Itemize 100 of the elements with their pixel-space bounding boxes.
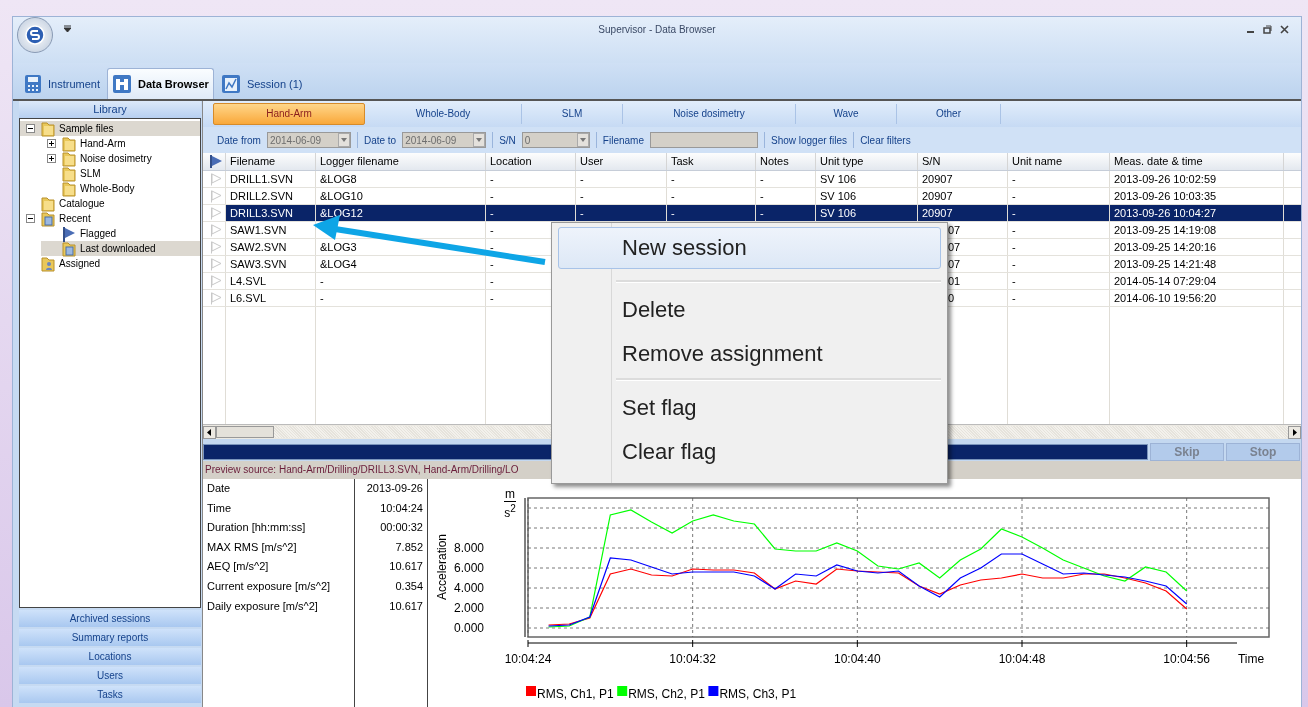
table-cell: - [1012, 275, 1016, 287]
ribbon-tab[interactable]: Instrument [19, 68, 105, 99]
tree-item[interactable]: SLM [41, 166, 200, 181]
category-tab[interactable]: Noise dosimetry [623, 104, 796, 124]
filter-button[interactable]: Clear filters [860, 134, 911, 146]
dropdown-arrow-icon[interactable] [64, 25, 71, 32]
unit-denominator: s$^{2}$ [504, 502, 516, 520]
category-tab[interactable]: SLM [522, 104, 623, 124]
stat-label: Current exposure [m/s^2] [203, 576, 355, 597]
table-cell: &LOG4 [320, 258, 357, 270]
table-cell: - [490, 292, 494, 304]
category-tab[interactable]: Other [897, 104, 1001, 124]
table-cell: - [580, 207, 584, 219]
table-row[interactable]: DRILL1.SVN &LOG8 - - - - SV 106 20907 - 2013-09-26 10:02:59 [203, 171, 1301, 188]
table-cell: 2013-09-25 14:20:16 [1114, 241, 1217, 253]
scroll-left-icon[interactable] [203, 425, 216, 439]
table-row[interactable]: DRILL3.SVN &LOG12 - - - - SV 106 20907 - 2013-09-26 10:04:27 [203, 205, 1301, 222]
expand-icon[interactable] [47, 139, 56, 148]
flag-icon [62, 225, 76, 242]
table-cell: SAW2.SVN [230, 241, 287, 253]
table-cell: - [320, 292, 324, 304]
column-header[interactable]: Unit type [816, 153, 918, 170]
table-cell: - [490, 207, 494, 219]
close-icon[interactable] [1280, 25, 1289, 34]
table-cell: 2013-09-25 14:19:08 [1114, 224, 1217, 236]
menu-item[interactable]: Set flag [558, 385, 941, 429]
scroll-thumb[interactable] [216, 426, 274, 438]
section-button[interactable]: Summary reports [19, 629, 201, 646]
unit-numerator: m [504, 488, 516, 502]
stat-label: MAX RMS [m/s^2] [203, 537, 355, 558]
column-header[interactable]: Logger filename [316, 153, 486, 170]
tree-item[interactable]: Flagged [41, 226, 200, 241]
ribbon-tab[interactable]: Data Browser [106, 68, 214, 99]
stat-value: 7.852 [394, 539, 424, 555]
tree-item[interactable]: Hand-Arm [41, 136, 200, 151]
table-cell: - [760, 207, 764, 219]
tree-item[interactable]: Last downloaded [41, 241, 200, 256]
table-cell: - [490, 258, 494, 270]
menu-item[interactable]: Clear flag [558, 429, 941, 473]
section-button[interactable]: Users [19, 667, 201, 684]
table-cell: &LOG10 [320, 190, 363, 202]
table-cell: 20907 [922, 173, 953, 185]
expand-icon[interactable] [47, 154, 56, 163]
folder-icon [41, 120, 55, 137]
table-cell: - [1012, 241, 1016, 253]
tree-item[interactable]: Whole-Body [41, 181, 200, 196]
column-header[interactable]: Location [486, 153, 576, 170]
y-tick-label: 6.000 [453, 561, 484, 575]
section-button[interactable]: Locations [19, 648, 201, 665]
app-menu-button[interactable] [17, 17, 53, 53]
table-cell: 20907 [922, 207, 953, 219]
table-cell: - [320, 275, 324, 287]
section-button[interactable]: Tasks [19, 686, 201, 703]
tree-item[interactable]: Catalogue [20, 196, 200, 211]
table-cell: - [490, 224, 494, 236]
table-cell: 01 [948, 275, 961, 287]
filter-button[interactable]: Show logger files [770, 134, 848, 146]
collapse-icon[interactable] [26, 214, 35, 223]
table-cell: L4.SVL [230, 275, 267, 287]
x-tick-label: 10:04:56 [1163, 652, 1211, 666]
table-cell: 2014-05-14 07:29:04 [1114, 275, 1217, 287]
table-cell: - [490, 190, 494, 202]
column-header[interactable]: S/N [918, 153, 1008, 170]
restore-icon[interactable] [1263, 25, 1272, 34]
category-tab[interactable]: Hand-Arm [213, 103, 365, 125]
tree-item[interactable]: Sample files [20, 121, 200, 136]
column-header[interactable]: User [576, 153, 667, 170]
ribbon-tab[interactable]: Session (1) [215, 68, 308, 99]
menu-item[interactable]: New session [558, 227, 941, 269]
scroll-right-icon[interactable] [1288, 425, 1301, 439]
y-tick-label: 0.000 [453, 621, 484, 635]
table-cell: - [580, 173, 584, 185]
category-tab[interactable]: Wave [796, 104, 897, 124]
table-cell: - [1012, 258, 1016, 270]
column-header[interactable]: Task [667, 153, 756, 170]
y-tick-label: 2.000 [453, 601, 484, 615]
x-tick-label: 10:04:40 [833, 652, 881, 666]
y-tick-label: 8.000 [453, 541, 484, 555]
column-header[interactable]: Unit name [1008, 153, 1110, 170]
column-header[interactable]: Filename [226, 153, 316, 170]
tree-item[interactable]: Noise dosimetry [41, 151, 200, 166]
table-cell: 07 [948, 241, 961, 253]
table-cell: DRILL3.SVN [230, 207, 293, 219]
collapse-icon[interactable] [26, 124, 35, 133]
stat-value: 10:04:24 [379, 500, 424, 516]
menu-item[interactable]: Remove assignment [558, 331, 941, 375]
table-cell: - [760, 173, 764, 185]
table-cell: - [490, 275, 494, 287]
folder-document-icon [62, 240, 76, 257]
tree-item[interactable]: Recent [20, 211, 200, 226]
column-header[interactable]: Meas. date & time [1110, 153, 1284, 170]
legend-label: RMS, Ch3, P1 [719, 687, 797, 701]
filter-label: S/N [499, 134, 516, 146]
section-button[interactable]: Archived sessions [19, 610, 201, 627]
tree-item[interactable]: Assigned [20, 256, 200, 271]
column-header[interactable]: Notes [756, 153, 816, 170]
x-tick-label: 10:04:48 [998, 652, 1046, 666]
table-cell: &LOG12 [320, 207, 363, 219]
category-tab[interactable]: Whole-Body [365, 104, 522, 124]
table-cell: 2014-06-10 19:56:20 [1114, 292, 1217, 304]
